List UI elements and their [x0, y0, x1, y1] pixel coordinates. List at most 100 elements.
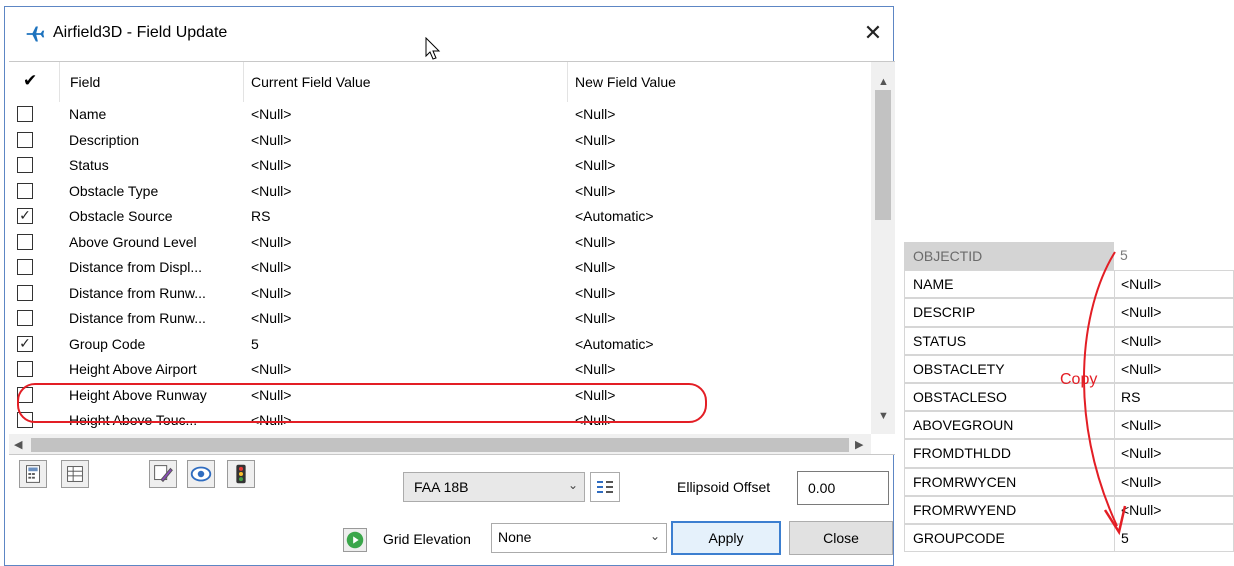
edit-pencil-icon [154, 465, 173, 483]
standard-dropdown[interactable]: FAA 18B ⌄ [403, 472, 585, 502]
row-checkbox[interactable] [17, 157, 33, 173]
new-value[interactable]: <Null> [575, 259, 615, 275]
table-row[interactable]: Distance from Displ... <Null> <Null> [9, 255, 869, 281]
column-divider [59, 62, 60, 102]
run-button[interactable] [343, 528, 367, 552]
title-bar: Airfield3D - Field Update ✕ [5, 7, 893, 61]
attribute-row: ABOVEGROUN <Null> [904, 411, 1234, 440]
table-row[interactable]: ✓ Group Code 5 <Automatic> [9, 332, 869, 358]
current-value: <Null> [251, 157, 292, 173]
attribute-row: STATUS <Null> [904, 326, 1234, 355]
field-update-dialog: Airfield3D - Field Update ✕ ✔ Field Curr… [4, 6, 895, 566]
row-checkbox[interactable] [17, 106, 33, 122]
close-icon[interactable]: ✕ [857, 17, 889, 49]
column-divider [243, 62, 244, 102]
header-current-value[interactable]: Current Field Value [251, 74, 371, 90]
attribute-row: GROUPCODE 5 [904, 524, 1234, 553]
row-checkbox[interactable]: ✓ [17, 335, 33, 352]
header-field[interactable]: Field [70, 74, 100, 90]
row-checkbox[interactable] [17, 131, 33, 148]
current-value: RS [251, 208, 271, 224]
traffic-light-button[interactable] [227, 460, 255, 488]
current-value: <Null> [251, 361, 292, 377]
new-value[interactable]: <Null> [575, 285, 615, 301]
grid-elevation-value: None [498, 529, 532, 545]
table-row[interactable]: Distance from Runw... <Null> <Null> [9, 306, 869, 332]
table-view-button[interactable] [61, 460, 89, 488]
traffic-light-icon [236, 464, 246, 484]
grid-header: ✔ Field Current Field Value New Field Va… [9, 62, 869, 102]
current-value: <Null> [251, 182, 292, 199]
field-name: Distance from Runw... [69, 310, 206, 326]
field-name: Obstacle Type [69, 182, 159, 199]
attribute-row: FROMRWYEND <Null> [904, 495, 1234, 524]
new-value[interactable]: <Null> [575, 157, 615, 173]
field-name: Group Code [69, 335, 146, 352]
header-new-value[interactable]: New Field Value [575, 74, 676, 90]
grid-elevation-dropdown[interactable]: None ⌄ [491, 523, 667, 553]
scroll-up-icon[interactable]: ▲ [878, 76, 889, 88]
scroll-left-icon[interactable]: ◀ [14, 438, 22, 451]
grid-elevation-label: Grid Elevation [383, 531, 471, 547]
scroll-thumb[interactable] [875, 90, 891, 220]
row-checkbox[interactable] [17, 284, 33, 301]
copy-arrow-annotation [1083, 251, 1127, 536]
current-value: <Null> [251, 259, 292, 275]
field-grid: ✔ Field Current Field Value New Field Va… [9, 61, 895, 455]
current-value: <Null> [251, 284, 292, 301]
row-checkbox[interactable] [17, 259, 33, 275]
row-checkbox[interactable] [17, 310, 33, 326]
horizontal-scrollbar[interactable]: ◀ ▶ [9, 434, 871, 454]
airplane-icon [26, 26, 45, 42]
new-value[interactable]: <Null> [575, 234, 615, 250]
table-row[interactable]: Status <Null> <Null> [9, 153, 869, 179]
new-value[interactable]: <Null> [575, 106, 615, 122]
table-row[interactable]: Description <Null> <Null> [9, 128, 869, 154]
eye-icon [190, 466, 212, 482]
table-row[interactable]: ✓ Obstacle Source RS <Automatic> [9, 204, 869, 230]
table-row[interactable]: Distance from Runw... <Null> <Null> [9, 281, 869, 307]
field-name: Height Above Airport [69, 361, 197, 377]
view-button[interactable] [187, 460, 215, 488]
field-list-button[interactable] [590, 472, 620, 502]
scroll-down-icon[interactable]: ▼ [878, 410, 889, 422]
calculator-button[interactable] [19, 460, 47, 488]
row-checkbox[interactable] [17, 361, 33, 377]
table-row[interactable]: Above Ground Level <Null> <Null> [9, 230, 869, 256]
current-value: <Null> [251, 310, 292, 326]
edit-button[interactable] [149, 460, 177, 488]
table-row[interactable]: Name <Null> <Null> [9, 102, 869, 128]
calculator-icon [26, 465, 40, 483]
row-checkbox[interactable] [17, 233, 33, 250]
field-name: Distance from Runw... [69, 284, 206, 301]
table-icon [67, 466, 83, 482]
header-select-all-check[interactable]: ✔ [23, 71, 37, 91]
new-value[interactable]: <Automatic> [575, 208, 654, 224]
field-name: Distance from Displ... [69, 259, 203, 275]
attribute-row: FROMRWYCEN <Null> [904, 467, 1234, 496]
current-value: <Null> [251, 106, 292, 122]
scroll-thumb[interactable] [31, 438, 849, 452]
attribute-row: DESCRIP <Null> [904, 298, 1234, 327]
field-name: Above Ground Level [69, 233, 197, 250]
attribute-row: NAME <Null> [904, 270, 1234, 299]
scroll-right-icon[interactable]: ▶ [855, 438, 863, 451]
table-row[interactable]: Height Above Airport <Null> <Null> [9, 357, 869, 383]
list-settings-icon [597, 481, 613, 493]
attribute-row: FROMDTHLDD <Null> [904, 439, 1234, 468]
new-value[interactable]: <Automatic> [575, 336, 654, 352]
table-row[interactable]: Obstacle Type <Null> <Null> [9, 179, 869, 205]
copy-annotation-label: Copy [1060, 371, 1098, 388]
vertical-scrollbar[interactable]: ▲ ▼ [871, 62, 895, 434]
row-checkbox[interactable]: ✓ [17, 208, 33, 224]
ellipsoid-offset-label: Ellipsoid Offset [677, 479, 771, 495]
new-value[interactable]: <Null> [575, 183, 615, 199]
ellipsoid-offset-input[interactable]: 0.00 [797, 471, 889, 505]
new-value[interactable]: <Null> [575, 361, 615, 377]
current-value: 5 [251, 335, 259, 352]
chevron-down-icon: ⌄ [567, 478, 578, 492]
row-checkbox[interactable] [17, 182, 33, 199]
new-value[interactable]: <Null> [575, 132, 615, 148]
new-value[interactable]: <Null> [575, 310, 615, 326]
chevron-down-icon: ⌄ [649, 529, 660, 543]
